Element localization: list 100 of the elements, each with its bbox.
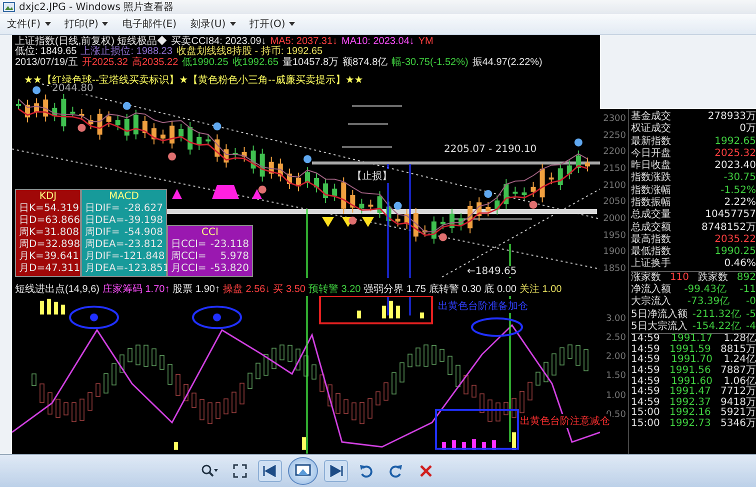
quote-value: -73.39亿 [687,296,730,308]
axis-label: 2050 [602,197,626,208]
quote-label: 指数涨幅 [631,184,671,196]
quote-value: -154.22亿 [692,320,741,334]
menu-item[interactable]: 电子邮件(E) [119,16,180,32]
signal-dot [529,201,538,210]
highlight-ellipse [471,318,523,338]
tick-volume: 7712万 [720,387,756,398]
axis-label: 1900 [602,247,626,258]
oscillator-header-text: 操盘 2.56↓ [222,283,270,294]
axis-label: 2000 [602,214,626,224]
price-label: ←1849.65 [467,266,517,278]
indicator-label: 周DIF= [85,227,120,239]
indicator-label: 月DIF= [85,251,120,263]
chart-header-text: 2013/07/19/五 [15,58,78,68]
indicator-value: -121.848 [120,251,165,264]
tick-volume: 5921万 [720,408,756,418]
oscillator-header-text: 关注 1.00 [519,282,562,294]
indicator-value: 47.311 [45,263,80,276]
quote-value: 2035.22 [714,234,756,246]
chart-header-text: 买卖CCI84: 2023.09↓ [171,36,266,47]
indicator-label: 日CCI= [171,239,206,251]
quote-label: 最低指数 [631,246,671,258]
indicator-label: 月CCI= [171,263,206,276]
caret-icon [44,22,51,26]
axis-label: 1.50 [604,371,626,382]
menu-item[interactable]: 打开(O) [246,16,298,32]
picture-icon [295,464,311,478]
indicator-label: 月K= [19,251,44,263]
indicator-value: 39.641 [44,251,79,264]
menu-item[interactable]: 打印(P) [62,16,112,32]
tick-price: 1991.70 [671,355,712,366]
axis-label: 2200 [602,147,626,158]
oscillator-header-text: 买 3.50 [273,283,306,294]
quote-label: 总成交额 [631,222,671,234]
signal-dot [348,217,357,226]
axis-label: 2150 [602,164,626,174]
chart-header-text: 低位: 1849.65 [15,47,77,58]
chart-header-text: 高2035.22 [132,58,178,68]
highlight-ellipse [69,306,119,330]
signal-dot [304,156,312,164]
tick-time: 14:59 [631,344,660,355]
tick-time: 14:59 [631,355,660,366]
indicator-title: KDJ [38,191,58,204]
signal-dot [213,122,222,131]
tick-price: 1992.37 [670,398,711,408]
next-button[interactable] [324,460,348,482]
quote-value: -99.43亿 [684,284,726,296]
tick-volume: 8815万 [720,344,756,355]
tick-price: 1992.73 [670,419,711,430]
axis-label: 3.00 [604,314,626,324]
quote-value: -0 [746,296,756,309]
axis-label: 2300 [602,114,626,124]
quote-value: 892 [736,272,756,284]
axis-label: 1.00 [604,390,626,401]
quote-value: -1.52% [720,184,756,197]
quote-label: 5日净流入额 [631,308,688,320]
signal-line [387,296,389,316]
tick-time: 15:00 [631,419,660,430]
quote-label: 权证成交 [631,123,671,136]
oscillator-header-text: 股票 1.90↑ [172,283,220,294]
caret-icon [289,22,296,26]
quote-value: -5 [746,308,756,321]
tick-volume: 9418万 [720,398,756,408]
quote-label: 最新指数 [631,136,671,148]
previous-button[interactable] [258,460,282,482]
price-label: 2044.80 [52,83,94,94]
indicator-label: 周D= [19,239,46,251]
indicator-label: 月DEA= [85,263,124,276]
highlight-ellipse [192,306,242,330]
indicator-label: 日DIF= [85,203,120,215]
quote-label: 今日开盘 [631,148,671,160]
search-icon [201,464,219,478]
previous-icon [263,465,277,478]
axis-label: 2.50 [604,333,626,344]
tick-price: 1991.56 [670,366,711,376]
chart-header-text: 开2025.32 [82,58,128,68]
quote-value: 110 [670,272,690,284]
photo-viewer-icon [3,2,15,12]
chart-header-text: 额874.8亿 [342,58,388,68]
rotate-right-icon [389,464,403,478]
indicator-value: 31.808 [44,227,79,240]
menu-item[interactable]: 刻录(U) [188,16,239,32]
quote-label: 指数振幅 [631,197,671,208]
indicator-title: MACD [108,191,140,204]
indicator-value: -28.627 [124,203,163,216]
signal-dot [78,124,86,132]
slideshow-button[interactable] [288,457,318,486]
quote-value: -4 [746,320,756,333]
tick-time: 14:59 [631,366,660,376]
quote-label: 5日大宗流入 [631,320,688,334]
signal-dot [168,152,176,161]
tick-time: 14:59 [631,398,660,408]
quote-label: 涨家数 [631,272,661,284]
quote-value: 8748152万 [701,222,756,234]
tick-volume: 1.24亿 [724,355,756,366]
chart-header-text: 收盘划线线8持股 - 持币: 1992.65 [176,47,323,58]
indicator-value: -123.851 [124,263,170,276]
axis-label: 2.00 [604,352,626,362]
menu-item[interactable]: 文件(F) [4,16,54,32]
